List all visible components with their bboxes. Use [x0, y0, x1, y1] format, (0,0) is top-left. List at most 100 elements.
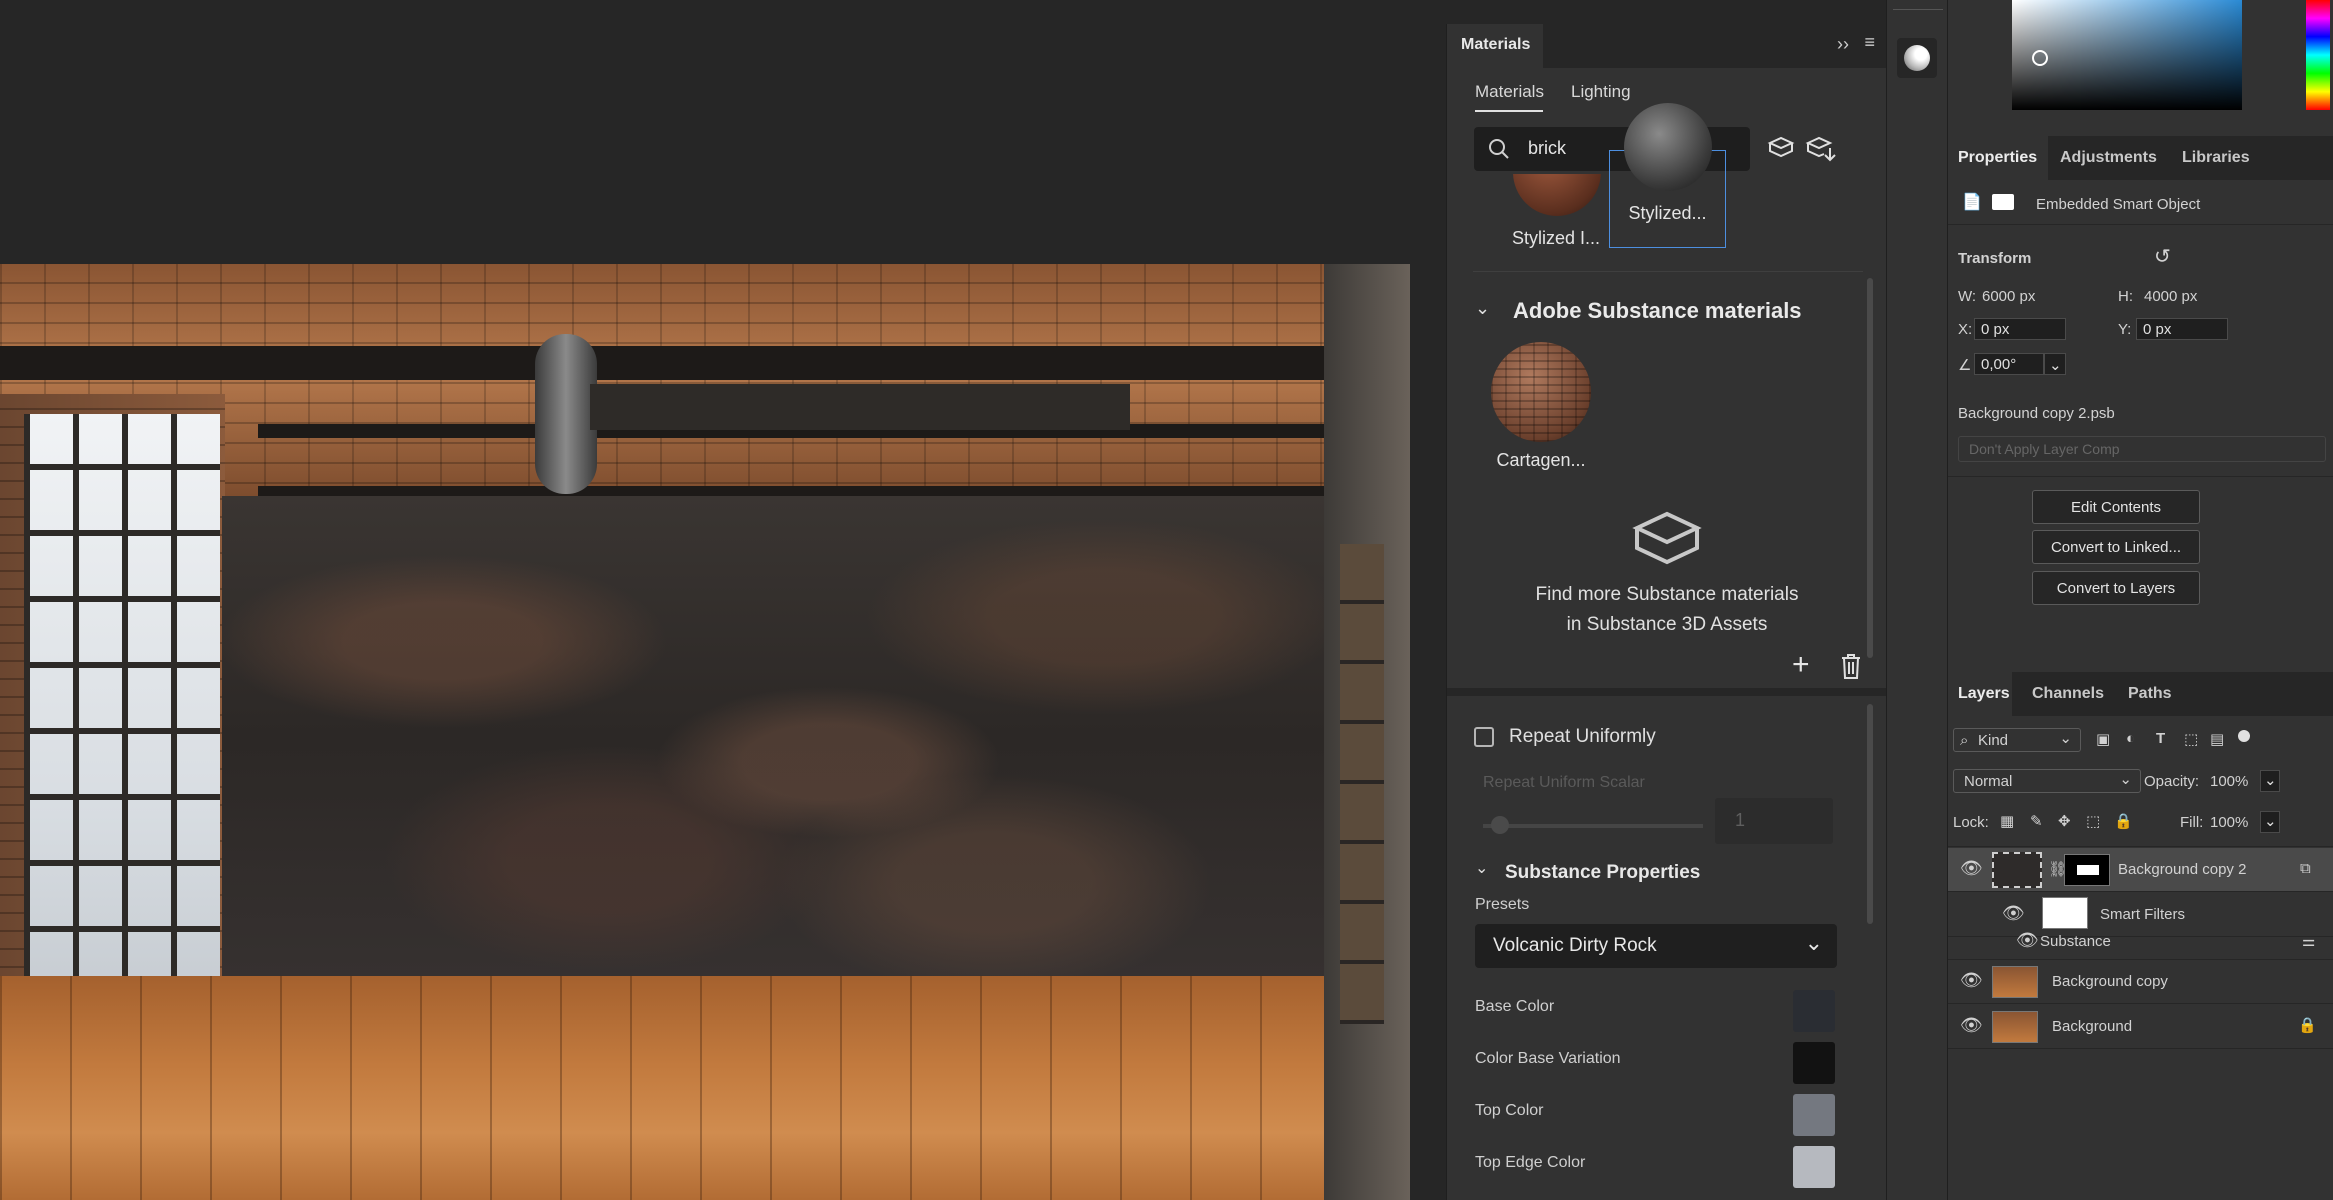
blend-mode-value: Normal	[1964, 773, 2013, 790]
color-base-variation-swatch[interactable]	[1793, 1042, 1835, 1084]
filter-toggle-icon[interactable]	[2238, 730, 2250, 742]
layer-name[interactable]: Background	[2052, 1018, 2132, 1035]
fill-dropdown[interactable]: ⌄	[2260, 811, 2280, 833]
substance-material-item[interactable]: Cartagen...	[1471, 342, 1611, 502]
collapse-icon[interactable]: ››	[1837, 34, 1849, 55]
filter-shape-icon[interactable]: ⬚	[2184, 730, 2198, 748]
reset-transform-icon[interactable]: ↺	[2154, 244, 2171, 269]
opacity-dropdown[interactable]: ⌄	[2260, 770, 2280, 792]
tab-channels[interactable]: Channels	[2032, 685, 2104, 703]
lock-all-icon[interactable]: 🔒	[2114, 812, 2133, 830]
wooden-floor	[0, 976, 1410, 1200]
x-position-input[interactable]: 0 px	[1974, 318, 2066, 340]
convert-to-linked-button[interactable]: Convert to Linked...	[2032, 530, 2200, 564]
angle-dropdown[interactable]: ⌄	[2044, 353, 2066, 375]
width-value[interactable]: 6000 px	[1982, 288, 2035, 305]
scrollbar[interactable]	[1867, 278, 1873, 658]
lock-icon: 🔒	[2298, 1017, 2317, 1034]
panel-menu-icon[interactable]: ≡	[1864, 32, 1875, 53]
fill-value[interactable]: 100%	[2210, 814, 2248, 831]
document-canvas[interactable]	[0, 0, 1446, 1200]
layer-row-background-copy[interactable]: 👁 Background copy	[1948, 960, 2333, 1004]
repeat-scalar-slider-track	[1483, 824, 1703, 828]
visibility-eye-icon[interactable]: 👁	[1960, 1015, 1983, 1036]
height-value[interactable]: 4000 px	[2144, 288, 2197, 305]
hue-slider[interactable]	[2306, 0, 2330, 110]
layer-mask-thumbnail[interactable]	[2064, 854, 2110, 886]
repeat-uniformly-label: Repeat Uniformly	[1509, 726, 1656, 747]
rock-textured-wall	[222, 496, 1324, 980]
filter-smart-object-icon[interactable]: ▤	[2210, 730, 2224, 748]
convert-to-layers-button[interactable]: Convert to Layers	[2032, 571, 2200, 605]
y-position-input[interactable]: 0 px	[2136, 318, 2228, 340]
panel-splitter[interactable]	[1447, 688, 1887, 696]
material-thumbnail	[1624, 103, 1712, 191]
chevron-down-icon[interactable]: ⌄	[1475, 298, 1490, 319]
top-edge-color-label: Top Edge Color	[1475, 1154, 1586, 1171]
material-result-2-selected[interactable]: Stylized...	[1609, 103, 1726, 248]
tab-paths[interactable]: Paths	[2128, 685, 2172, 703]
layer-row-substance-filter[interactable]: 👁 Substance ⚌	[1948, 924, 2333, 960]
top-edge-color-swatch[interactable]	[1793, 1146, 1835, 1188]
tab-layers[interactable]: Layers	[1948, 672, 2012, 716]
layer-row-background[interactable]: 👁 Background 🔒	[1948, 1005, 2333, 1049]
tab-lighting[interactable]: Lighting	[1571, 82, 1631, 102]
top-color-label: Top Color	[1475, 1102, 1544, 1119]
import-material-icon[interactable]	[1804, 134, 1836, 162]
add-icon[interactable]: +	[1792, 648, 1810, 682]
find-more-text-line2[interactable]: in Substance 3D Assets	[1447, 614, 1887, 636]
tab-materials[interactable]: Materials	[1475, 82, 1544, 102]
opacity-value[interactable]: 100%	[2210, 773, 2248, 790]
tab-libraries[interactable]: Libraries	[2182, 149, 2250, 167]
lock-transparent-icon[interactable]: ▦	[2000, 812, 2014, 830]
chevron-down-icon[interactable]: ⌄	[1475, 858, 1488, 878]
panel-tab-materials[interactable]: Materials	[1447, 24, 1543, 68]
mask-shape	[2077, 865, 2099, 875]
filter-options-icon[interactable]: ⚌	[2302, 932, 2315, 950]
lock-image-icon[interactable]: ✎	[2030, 812, 2043, 830]
object-type-label: Embedded Smart Object	[2036, 196, 2201, 213]
filter-type-icon[interactable]: T	[2156, 730, 2165, 747]
visibility-eye-icon[interactable]: 👁	[2016, 930, 2039, 951]
tab-adjustments[interactable]: Adjustments	[2060, 149, 2157, 167]
material-label: Stylized...	[1628, 203, 1707, 223]
lock-position-icon[interactable]: ✥	[2058, 812, 2071, 830]
add-material-icon[interactable]	[1766, 134, 1796, 160]
filter-adjustment-icon[interactable]: ◐	[2126, 730, 2135, 747]
blend-mode-dropdown[interactable]: Normal ⌄	[1953, 769, 2141, 793]
layer-name[interactable]: Background copy 2	[2118, 861, 2246, 878]
scrollbar[interactable]	[1867, 704, 1873, 924]
edit-contents-button[interactable]: Edit Contents	[2032, 490, 2200, 524]
visibility-eye-icon[interactable]: 👁	[1960, 970, 1983, 991]
filter-kind-label: Kind	[1978, 732, 2009, 749]
chevron-down-icon: ⌄	[2119, 771, 2132, 788]
presets-dropdown[interactable]: Volcanic Dirty Rock ⌄	[1475, 924, 1837, 968]
preset-value: Volcanic Dirty Rock	[1493, 935, 1657, 956]
color-picker-cursor[interactable]	[2032, 50, 2048, 66]
visibility-eye-icon[interactable]: 👁	[2002, 903, 2025, 924]
lock-artboard-icon[interactable]: ⬚	[2086, 812, 2100, 830]
base-color-swatch[interactable]	[1793, 990, 1835, 1032]
material-label: Cartagen...	[1496, 450, 1586, 470]
room-image[interactable]	[0, 264, 1410, 1200]
filter-kind-dropdown[interactable]: ⌕ Kind ⌄	[1953, 728, 2081, 752]
color-picker-field[interactable]	[2012, 0, 2242, 110]
tab-properties[interactable]: Properties	[1948, 136, 2048, 180]
visibility-eye-icon[interactable]: 👁	[1960, 858, 1983, 879]
materials-dock-button[interactable]	[1897, 38, 1937, 78]
layer-name[interactable]: Background copy	[2052, 973, 2168, 990]
layer-name[interactable]: Smart Filters	[2100, 906, 2185, 923]
divider	[1948, 476, 2333, 477]
mask-icon	[1992, 194, 2014, 210]
active-tab-underline	[1475, 110, 1543, 112]
divider	[1473, 271, 1863, 272]
top-color-swatch[interactable]	[1793, 1094, 1835, 1136]
properties-tabbar: Properties Adjustments Libraries	[1948, 136, 2333, 180]
layer-row-background-copy-2[interactable]: 👁 ⛓ Background copy 2 ⧉	[1948, 848, 2333, 892]
trash-icon[interactable]	[1839, 652, 1863, 680]
filter-pixel-icon[interactable]: ▣	[2096, 730, 2110, 748]
opacity-label: Opacity:	[2144, 773, 2200, 790]
repeat-uniformly-checkbox[interactable]	[1474, 727, 1494, 747]
angle-input[interactable]: 0,00°	[1974, 353, 2044, 375]
layer-name[interactable]: Substance	[2040, 933, 2111, 950]
